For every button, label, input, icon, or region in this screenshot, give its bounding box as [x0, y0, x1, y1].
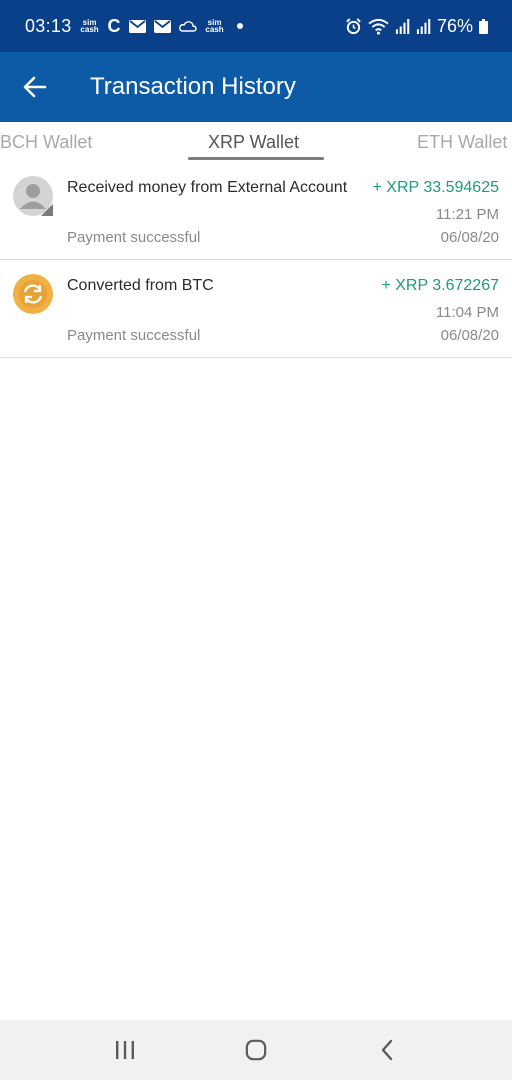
- home-icon: [245, 1039, 267, 1061]
- convert-icon: [13, 274, 53, 314]
- status-time: 03:13: [25, 15, 72, 36]
- recent-apps-button[interactable]: [95, 1020, 155, 1080]
- wifi-icon: [368, 18, 389, 35]
- signal-icon: [416, 18, 431, 34]
- app-bar: Transaction History: [0, 52, 512, 122]
- tab-indicator: [188, 157, 324, 160]
- system-nav-bar: [0, 1020, 512, 1080]
- dot-icon: [236, 23, 243, 29]
- mail-icon: [153, 19, 171, 33]
- recent-apps-icon: [116, 1041, 135, 1059]
- transaction-row[interactable]: Converted from BTC + XRP 3.672267 11:04 …: [0, 260, 512, 358]
- sim-cash-icon: sim cash: [205, 18, 224, 34]
- user-avatar-icon: [13, 176, 53, 216]
- transaction-status: Payment successful: [67, 229, 201, 246]
- alarm-icon: [346, 17, 361, 34]
- battery-percent: 76%: [436, 15, 473, 36]
- transaction-time: 11:04 PM: [435, 304, 499, 321]
- transaction-list: Received money from External Account + X…: [0, 162, 512, 358]
- transaction-date: 06/08/20: [440, 229, 499, 246]
- tab-xrp-wallet[interactable]: XRP Wallet: [208, 132, 299, 153]
- sim-cash-icon: sim cash: [80, 18, 99, 34]
- status-left: 03:13 sim cash C sim cash: [25, 16, 243, 37]
- battery-icon: [479, 18, 488, 34]
- mail-icon: [128, 19, 146, 33]
- tab-eth-wallet[interactable]: ETH Wallet: [417, 132, 507, 153]
- transaction-title: Converted from BTC: [67, 277, 214, 294]
- wallet-tabs: BCH Wallet XRP Wallet ETH Wallet: [0, 122, 512, 162]
- signal-icon: [395, 18, 410, 34]
- transaction-status: Payment successful: [67, 327, 201, 344]
- transaction-time: 11:21 PM: [435, 206, 499, 223]
- status-right: 76%: [345, 16, 488, 37]
- status-bar: 03:13 sim cash C sim cash 76%: [0, 0, 512, 52]
- transaction-amount: + XRP 3.672267: [381, 277, 499, 294]
- tab-bch-wallet[interactable]: BCH Wallet: [0, 132, 92, 153]
- transaction-date: 06/08/20: [440, 327, 499, 344]
- transaction-title: Received money from External Account: [67, 179, 348, 196]
- back-icon: [381, 1039, 392, 1061]
- page-title: Transaction History: [90, 73, 296, 100]
- arrow-left-icon: [23, 76, 47, 98]
- transaction-amount: + XRP 33.594625: [372, 179, 499, 196]
- c-icon: C: [107, 15, 121, 36]
- back-button[interactable]: [0, 52, 70, 122]
- cloud-icon: [178, 21, 197, 32]
- home-button[interactable]: [226, 1020, 286, 1080]
- nav-back-button[interactable]: [357, 1020, 417, 1080]
- transaction-row[interactable]: Received money from External Account + X…: [0, 162, 512, 260]
